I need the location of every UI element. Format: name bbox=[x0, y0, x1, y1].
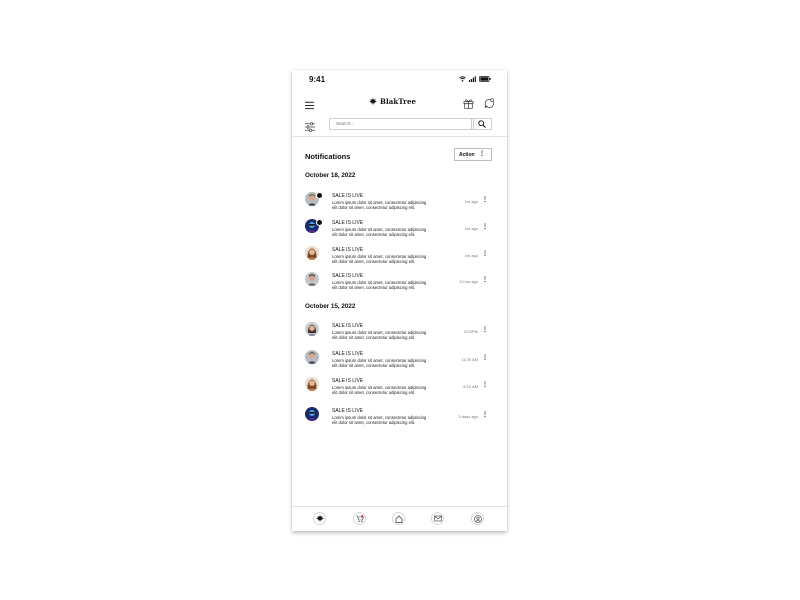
app-header: BlakTree bbox=[292, 92, 507, 114]
unread-badge bbox=[316, 192, 323, 199]
notification-item[interactable]: SALE IS LIVE Lorem ipsum dolor sit amet,… bbox=[292, 192, 507, 216]
profile-icon[interactable] bbox=[471, 512, 484, 525]
more-vertical-icon[interactable]: ⋮ bbox=[482, 197, 488, 206]
notification-title: SALE IS LIVE bbox=[332, 247, 364, 253]
notification-time: 3 days ago bbox=[458, 414, 478, 419]
notification-body: Lorem ipsum dolor sit amet, consectetur … bbox=[332, 415, 427, 426]
notification-item[interactable]: SALE IS LIVE Lorem ipsum dolor sit amet,… bbox=[292, 377, 507, 401]
notification-item[interactable]: SALE IS LIVE Lorem ipsum dolor sit amet,… bbox=[292, 246, 507, 270]
notification-title: SALE IS LIVE bbox=[332, 378, 364, 384]
more-vertical-icon: ⋮ bbox=[479, 151, 485, 157]
chat-icon[interactable] bbox=[484, 96, 495, 114]
notification-time: 10 hrs ago bbox=[459, 279, 478, 284]
notification-title: SALE IS LIVE bbox=[332, 273, 364, 279]
avatar bbox=[305, 246, 319, 260]
notification-time: 6:10 AM bbox=[463, 384, 478, 389]
notification-body: Lorem ipsum dolor sit amet, consectetur … bbox=[332, 200, 427, 211]
notification-time: 1m ago bbox=[464, 253, 478, 258]
search-button[interactable] bbox=[471, 118, 492, 130]
filter-icon[interactable] bbox=[305, 119, 315, 137]
tree-icon[interactable] bbox=[313, 512, 326, 525]
avatar bbox=[305, 377, 319, 391]
more-vertical-icon[interactable]: ⋮ bbox=[482, 355, 488, 364]
notification-body: Lorem ipsum dolor sit amet, consectetur … bbox=[332, 280, 427, 291]
cart-icon[interactable] bbox=[353, 512, 366, 525]
unread-badge bbox=[316, 219, 323, 226]
mail-icon[interactable] bbox=[431, 512, 444, 525]
home-icon[interactable] bbox=[392, 512, 405, 525]
notification-time: 6:02PM bbox=[464, 329, 478, 334]
more-vertical-icon[interactable]: ⋮ bbox=[482, 277, 488, 286]
avatar bbox=[305, 322, 319, 336]
search-icon bbox=[477, 120, 486, 128]
more-vertical-icon[interactable]: ⋮ bbox=[482, 382, 488, 391]
header-divider bbox=[292, 136, 507, 137]
notification-title: SALE IS LIVE bbox=[332, 408, 364, 414]
system-icons bbox=[459, 76, 491, 82]
notification-title: SALE IS LIVE bbox=[332, 220, 364, 226]
notification-body: Lorem ipsum dolor sit amet, consectetur … bbox=[332, 227, 427, 238]
bottom-nav bbox=[292, 506, 507, 531]
date-header: October 15, 2022 bbox=[305, 303, 356, 310]
avatar bbox=[305, 350, 319, 364]
search-input[interactable] bbox=[329, 118, 474, 130]
search-bar bbox=[292, 116, 507, 136]
notification-time: 11:20 AM bbox=[461, 357, 478, 362]
brand-name: BlakTree bbox=[380, 97, 417, 106]
wifi-icon bbox=[459, 76, 466, 82]
phone-screen: 9:41 BlakTree Notifications bbox=[292, 70, 507, 531]
status-bar: 9:41 bbox=[292, 70, 507, 90]
notification-body: Lorem ipsum dolor sit amet, consectetur … bbox=[332, 358, 427, 369]
maple-leaf-icon bbox=[369, 98, 377, 105]
brand-logo[interactable]: BlakTree bbox=[369, 97, 416, 106]
avatar bbox=[305, 407, 319, 421]
action-button-label: Action bbox=[459, 151, 475, 158]
date-header: October 18, 2022 bbox=[305, 172, 356, 179]
notification-time: 1m ago bbox=[464, 226, 478, 231]
page-title: Notifications bbox=[305, 152, 351, 161]
notification-title: SALE IS LIVE bbox=[332, 193, 364, 199]
avatar bbox=[305, 272, 319, 286]
notification-title: SALE IS LIVE bbox=[332, 351, 364, 357]
hamburger-menu-icon[interactable] bbox=[305, 97, 314, 115]
status-time: 9:41 bbox=[309, 75, 326, 84]
notification-item[interactable]: SALE IS LIVE Lorem ipsum dolor sit amet,… bbox=[292, 219, 507, 243]
action-button[interactable]: Action ⋮ bbox=[454, 148, 492, 161]
more-vertical-icon[interactable]: ⋮ bbox=[482, 224, 488, 233]
notification-time: 1m ago bbox=[464, 199, 478, 204]
more-vertical-icon[interactable]: ⋮ bbox=[482, 412, 488, 421]
notification-item[interactable]: SALE IS LIVE Lorem ipsum dolor sit amet,… bbox=[292, 350, 507, 374]
notification-item[interactable]: SALE IS LIVE Lorem ipsum dolor sit amet,… bbox=[292, 272, 507, 296]
notification-item[interactable]: SALE IS LIVE Lorem ipsum dolor sit amet,… bbox=[292, 322, 507, 346]
notification-body: Lorem ipsum dolor sit amet, consectetur … bbox=[332, 254, 427, 265]
battery-icon bbox=[479, 76, 491, 82]
notification-body: Lorem ipsum dolor sit amet, consectetur … bbox=[332, 330, 427, 341]
notification-body: Lorem ipsum dolor sit amet, consectetur … bbox=[332, 385, 427, 396]
notification-title: SALE IS LIVE bbox=[332, 323, 364, 329]
signal-icon bbox=[469, 76, 476, 82]
more-vertical-icon[interactable]: ⋮ bbox=[482, 327, 488, 336]
notification-item[interactable]: SALE IS LIVE Lorem ipsum dolor sit amet,… bbox=[292, 407, 507, 431]
gift-icon[interactable] bbox=[463, 96, 474, 114]
more-vertical-icon[interactable]: ⋮ bbox=[482, 251, 488, 260]
